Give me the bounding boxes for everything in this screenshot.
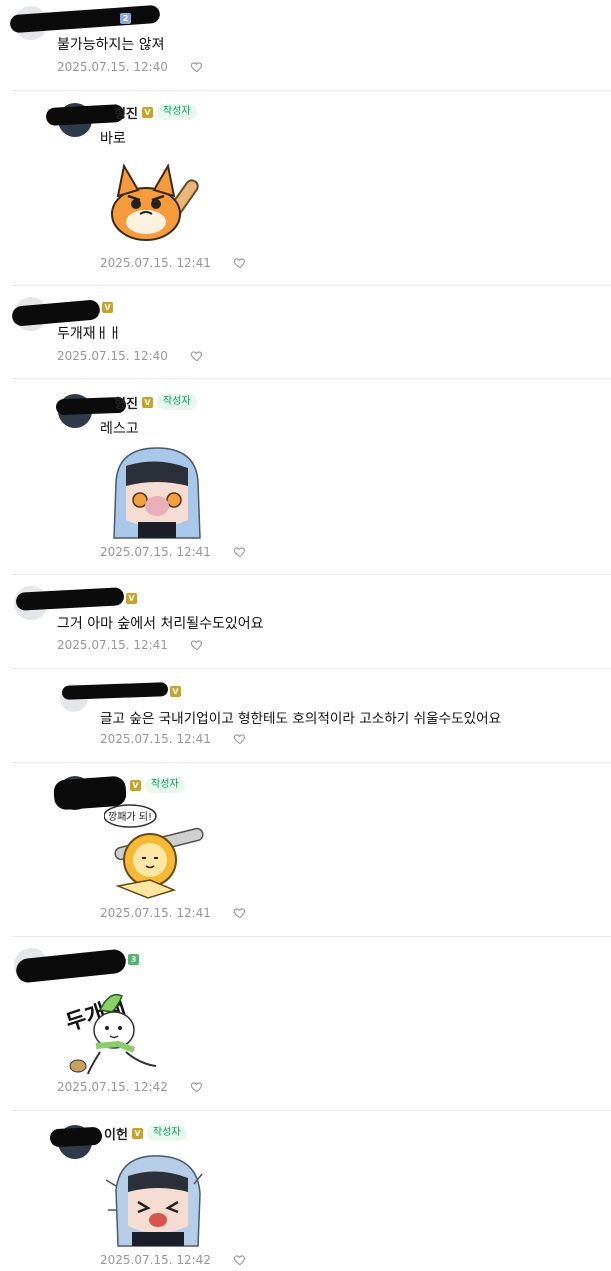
comment-reply: 형진 V 작성자 레스고 2025.07.15. 12:41 <box>0 378 611 574</box>
comment-reply: V 작성자 깡패가 되! 2025.07.15. 12:41 <box>0 762 611 936</box>
nickname-row: V <box>170 682 181 700</box>
nickname[interactable]: 형진 <box>114 393 138 412</box>
comment-meta: 2025.07.15. 12:41 <box>100 545 247 559</box>
comment-text: 불가능하지는 않져 <box>57 37 165 53</box>
comment-item: 3 두개재 2025.07.15. 12:42 <box>0 936 611 1110</box>
fox-with-bat-sticker <box>111 163 199 241</box>
redaction-scribble <box>49 1126 103 1148</box>
heart-icon[interactable] <box>190 1080 204 1094</box>
heart-icon[interactable] <box>233 1253 247 1267</box>
comment-text: 두개재ㅐㅐ <box>57 326 122 342</box>
author-tag: 작성자 <box>156 394 197 410</box>
author-tag: 작성자 <box>156 104 197 120</box>
comment-timestamp: 2025.07.15. 12:42 <box>100 1253 211 1267</box>
comment-meta: 2025.07.15. 12:41 <box>100 256 247 270</box>
author-tag: 작성자 <box>146 1125 187 1141</box>
heart-icon[interactable] <box>233 545 247 559</box>
comment-reply: V 글고 숲은 국내기업이고 형한테도 호의적이라 고소하기 쉬울수도있어요 2… <box>0 668 611 762</box>
nickname[interactable]: 형진 <box>114 103 138 122</box>
verified-badge: V <box>141 396 153 408</box>
comment-timestamp: 2025.07.15. 12:42 <box>57 1080 168 1094</box>
verified-badge: V <box>130 779 141 791</box>
comment-timestamp: 2025.07.15. 12:41 <box>57 638 168 652</box>
nickname-row: 형진 V 작성자 <box>114 103 197 122</box>
comment-reply: 형진 V 작성자 바로 2025.07.15. 12:41 <box>0 90 611 285</box>
comment-text: 글고 숲은 국내기업이고 형한테도 호의적이라 고소하기 쉬울수도있어요 <box>100 711 502 727</box>
verified-badge: V <box>102 301 113 313</box>
verified-badge: V <box>170 685 181 697</box>
nickname-row: 형진 V 작성자 <box>114 393 197 412</box>
heart-icon[interactable] <box>233 732 247 746</box>
comment-timestamp: 2025.07.15. 12:41 <box>100 906 211 920</box>
comment-item: V 그거 아마 숲에서 처리될수도있어요 2025.07.15. 12:41 <box>0 574 611 668</box>
heart-icon[interactable] <box>190 349 204 363</box>
comment-item: 2 불가능하지는 않져 2025.07.15. 12:40 <box>0 0 611 90</box>
nickname-row: V 작성자 <box>130 776 185 794</box>
lion-with-bat-sticker: 깡패가 되! <box>104 804 204 899</box>
member-level-badge: 3 <box>128 953 139 965</box>
verified-badge: V <box>126 592 137 604</box>
comment-text: 바로 <box>100 131 126 147</box>
nickname[interactable]: 이헌 <box>104 1124 128 1143</box>
heart-icon[interactable] <box>190 60 204 74</box>
crying-girl-sticker <box>105 1155 203 1247</box>
nickname-row: 이헌 V 작성자 <box>104 1124 187 1143</box>
verified-badge: V <box>131 1127 143 1139</box>
comment-text: 레스고 <box>100 421 139 437</box>
author-tag: 작성자 <box>145 777 185 793</box>
nickname-row: 2 <box>120 9 131 27</box>
heart-icon[interactable] <box>190 638 204 652</box>
verified-badge: V <box>141 106 153 118</box>
dugaejae-onion-sticker: 두개재 <box>63 994 157 1075</box>
comment-reply: 이헌 V 작성자 2025.07.15. 12:42 <box>0 1110 611 1271</box>
comment-item: V 두개재ㅐㅐ 2025.07.15. 12:40 <box>0 285 611 378</box>
nickname-row: 3 <box>128 950 139 968</box>
comment-meta: 2025.07.15. 12:40 <box>57 60 204 74</box>
comment-meta: 2025.07.15. 12:42 <box>57 1080 204 1094</box>
heart-icon[interactable] <box>233 256 247 270</box>
nickname-row: V <box>102 298 113 316</box>
comment-text: 그거 아마 숲에서 처리될수도있어요 <box>57 616 264 632</box>
comment-timestamp: 2025.07.15. 12:41 <box>100 256 211 270</box>
heart-icon[interactable] <box>233 906 247 920</box>
comment-timestamp: 2025.07.15. 12:40 <box>57 60 168 74</box>
comment-meta: 2025.07.15. 12:41 <box>100 906 247 920</box>
comment-timestamp: 2025.07.15. 12:41 <box>100 545 211 559</box>
redaction-scribble <box>45 103 125 127</box>
comment-meta: 2025.07.15. 12:40 <box>57 349 204 363</box>
sticker-caption: 깡패가 되! <box>108 811 152 823</box>
member-level-badge: 2 <box>120 12 131 24</box>
comment-meta: 2025.07.15. 12:41 <box>57 638 204 652</box>
comment-timestamp: 2025.07.15. 12:41 <box>100 732 211 746</box>
nickname-row: V <box>126 589 137 607</box>
redaction-scribble <box>61 682 169 700</box>
blue-hair-girl-sticker <box>113 447 201 539</box>
comment-meta: 2025.07.15. 12:41 <box>100 732 247 746</box>
comment-meta: 2025.07.15. 12:42 <box>100 1253 247 1267</box>
comment-timestamp: 2025.07.15. 12:40 <box>57 349 168 363</box>
